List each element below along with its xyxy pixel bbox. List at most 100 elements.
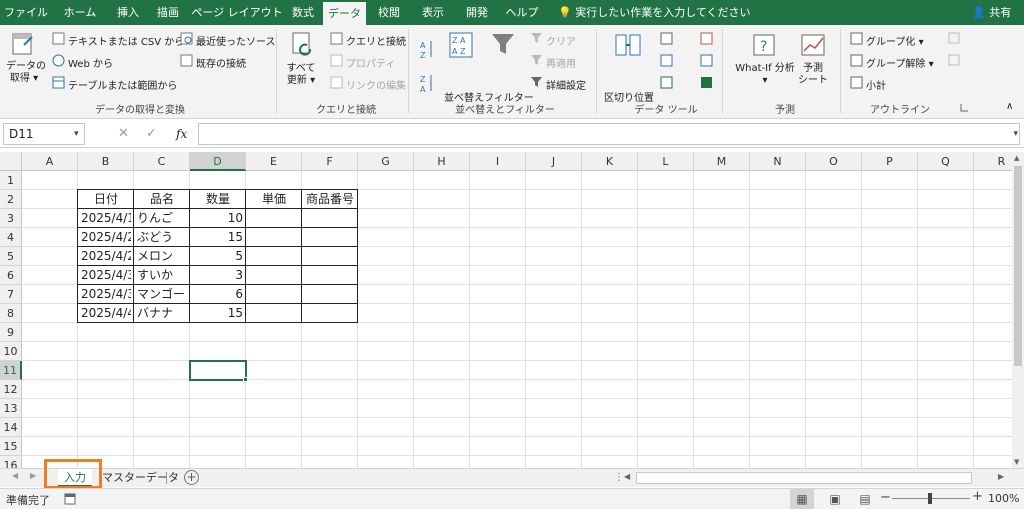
tab-10[interactable]: ヘルプ [500, 0, 544, 25]
table-cell[interactable] [305, 304, 355, 323]
column-header-o[interactable]: O [806, 152, 862, 171]
table-cell[interactable]: 2025/4/2 [81, 247, 131, 266]
table-cell[interactable] [249, 247, 299, 266]
table-cell[interactable] [305, 247, 355, 266]
column-header-c[interactable]: C [134, 152, 190, 171]
clear-button[interactable]: クリア [546, 33, 576, 48]
table-cell[interactable]: 日付 [81, 190, 131, 209]
from-table-button[interactable]: テーブルまたは範囲から [68, 77, 177, 92]
chevron-down-icon[interactable]: ▾ [74, 123, 79, 145]
get-data-button[interactable]: データの 取得 ▾ [6, 61, 46, 85]
zoom-out-icon[interactable]: − [880, 490, 891, 505]
scroll-thumb[interactable] [1014, 166, 1022, 366]
collapse-ribbon-button[interactable]: ∧ [1006, 101, 1013, 112]
column-header-n[interactable]: N [750, 152, 806, 171]
row-header-8[interactable]: 8 [0, 304, 22, 323]
table-cell[interactable]: 3 [193, 266, 243, 285]
hide-detail-icon[interactable] [948, 54, 960, 66]
column-header-p[interactable]: P [862, 152, 918, 171]
zoom-in-icon[interactable]: + [972, 489, 983, 504]
queries-connections-button[interactable]: クエリと接続 [346, 33, 406, 48]
table-cell[interactable]: メロン [137, 247, 187, 266]
column-header-l[interactable]: L [638, 152, 694, 171]
table-cell[interactable]: 単価 [249, 190, 299, 209]
what-if-button[interactable]: What-If 分析 ▾ [732, 63, 798, 87]
normal-view-icon[interactable]: ▦ [790, 489, 814, 509]
scroll-up-icon[interactable]: ▲ [1014, 154, 1019, 162]
table-cell[interactable]: 10 [193, 209, 243, 228]
tab-2[interactable]: 挿入 [109, 0, 147, 25]
table-cell[interactable] [305, 285, 355, 304]
table-cell[interactable]: 2025/4/3 [81, 266, 131, 285]
hscroll-divider[interactable]: ⋮ [614, 472, 624, 483]
forecast-sheet-button[interactable]: 予測 シート [798, 63, 828, 87]
macro-record-icon[interactable] [64, 493, 76, 505]
vertical-scrollbar[interactable]: ▲ ▼ [1012, 152, 1024, 468]
consolidate-icon[interactable] [700, 32, 713, 45]
name-box[interactable]: D11 [3, 123, 85, 145]
row-header-14[interactable]: 14 [0, 418, 22, 437]
remove-duplicates-icon[interactable] [660, 54, 673, 67]
flash-fill-icon[interactable] [660, 32, 673, 45]
ungroup-button[interactable]: グループ解除 ▾ [866, 55, 934, 70]
table-cell[interactable]: 2025/4/4 [81, 304, 131, 323]
row-header-1[interactable]: 1 [0, 171, 22, 190]
table-cell[interactable] [249, 228, 299, 247]
tab-6[interactable]: データ [323, 0, 366, 25]
reapply-button[interactable]: 再適用 [546, 55, 576, 70]
column-header-d[interactable]: D [190, 152, 246, 171]
row-header-5[interactable]: 5 [0, 247, 22, 266]
table-cell[interactable]: 商品番号 [305, 190, 355, 209]
sheet-tab-master-data[interactable]: マスターデータ [96, 469, 185, 487]
sort-za-icon[interactable]: ZA [420, 73, 434, 95]
row-header-13[interactable]: 13 [0, 399, 22, 418]
fill-handle[interactable] [243, 377, 248, 382]
row-header-15[interactable]: 15 [0, 437, 22, 456]
table-cell[interactable]: りんご [137, 209, 187, 228]
table-cell[interactable]: 15 [193, 228, 243, 247]
advanced-button[interactable]: 詳細設定 [546, 77, 586, 92]
dialog-launcher-icon[interactable] [960, 103, 969, 112]
row-header-2[interactable]: 2 [0, 190, 22, 209]
group-button[interactable]: グループ化 ▾ [866, 33, 924, 48]
tab-0[interactable]: ファイル [0, 0, 52, 25]
tab-9[interactable]: 開発 [456, 0, 498, 25]
what-if-icon[interactable]: ? [752, 31, 778, 59]
table-cell[interactable]: 品名 [137, 190, 187, 209]
row-header-10[interactable]: 10 [0, 342, 22, 361]
tab-3[interactable]: 描画 [148, 0, 188, 25]
insert-function-icon[interactable]: fx [176, 123, 187, 145]
column-header-k[interactable]: K [582, 152, 638, 171]
tab-7[interactable]: 校閲 [368, 0, 410, 25]
column-header-g[interactable]: G [358, 152, 414, 171]
table-cell[interactable]: マンゴー [137, 285, 187, 304]
column-header-r[interactable]: R [974, 152, 1012, 171]
row-header-12[interactable]: 12 [0, 380, 22, 399]
table-cell[interactable] [249, 285, 299, 304]
table-cell[interactable] [305, 209, 355, 228]
share-button[interactable]: 👤 共有 [972, 0, 1011, 25]
data-validation-icon[interactable] [660, 76, 673, 89]
table-cell[interactable]: 15 [193, 304, 243, 323]
tab-4[interactable]: ページ レイアウト [190, 0, 284, 25]
row-header-16[interactable]: 16 [0, 456, 22, 468]
enter-icon[interactable]: ✓ [146, 123, 157, 145]
tab-5[interactable]: 数式 [285, 0, 321, 25]
refresh-all-icon[interactable] [290, 31, 316, 57]
sort-az-icon[interactable]: AZ [420, 39, 434, 61]
hscroll-right-icon[interactable]: ▶ [998, 472, 1004, 481]
selected-cell[interactable] [189, 360, 247, 381]
horizontal-scrollbar[interactable] [636, 472, 972, 484]
column-header-e[interactable]: E [246, 152, 302, 171]
existing-connections-button[interactable]: 既存の接続 [196, 55, 246, 70]
cancel-icon[interactable]: ✕ [118, 123, 129, 145]
text-to-columns-icon[interactable] [614, 31, 642, 59]
table-cell[interactable]: 2025/4/2 [81, 228, 131, 247]
row-header-11[interactable]: 11 [0, 361, 22, 380]
select-all-corner[interactable] [0, 152, 22, 171]
add-sheet-button[interactable]: + [184, 470, 199, 485]
table-cell[interactable] [249, 209, 299, 228]
recent-sources-button[interactable]: 最近使ったソース [196, 33, 276, 48]
tell-me-box[interactable]: 💡 実行したい作業を入力してください [558, 0, 751, 25]
column-header-f[interactable]: F [302, 152, 358, 171]
